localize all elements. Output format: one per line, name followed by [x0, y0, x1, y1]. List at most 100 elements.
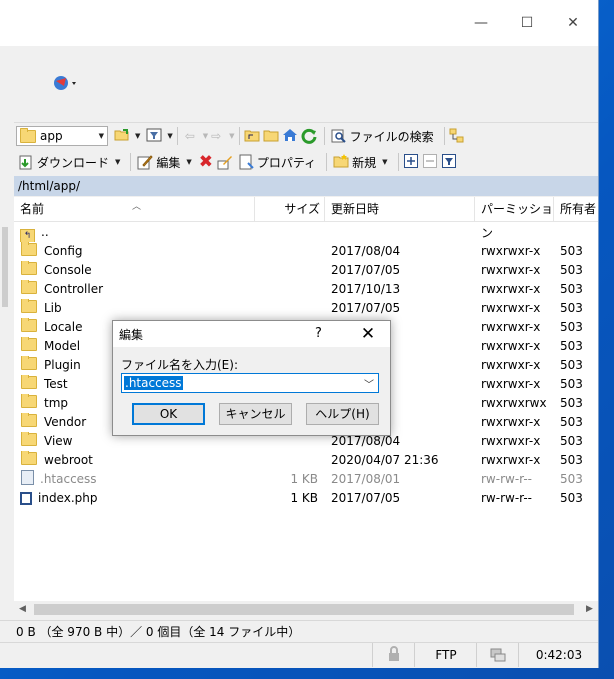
file-modified: 2017/08/04	[331, 244, 401, 258]
file-name: Plugin	[44, 358, 81, 372]
table-row[interactable]: Console 2017/07/05 rwxrwxr-x 503	[14, 261, 598, 280]
horizontal-scrollbar[interactable]: ◀ ▶	[14, 601, 598, 618]
back-icon[interactable]: ⇦	[182, 128, 198, 144]
sort-ascending-icon: ︿	[132, 202, 142, 212]
toolbar-separator	[443, 127, 445, 145]
new-label: 新規	[352, 155, 377, 170]
open-folder-icon[interactable]	[114, 128, 130, 144]
table-row[interactable]: index.php 1 KB 2017/07/05 rw-rw-r-- 503	[14, 489, 598, 508]
file-name: Config	[44, 244, 83, 258]
chevron-down-icon: ▼	[98, 132, 104, 140]
tree-view-icon[interactable]	[449, 128, 465, 144]
path-bar[interactable]: /html/app/	[14, 176, 598, 196]
file-name: View	[44, 434, 73, 448]
file-name: Controller	[44, 282, 104, 296]
table-row[interactable]: ↰..	[14, 223, 598, 242]
file-permissions: rwxrwxr-x	[481, 434, 541, 448]
table-row[interactable]: Lib 2017/07/05 rwxrwxr-x 503	[14, 299, 598, 318]
table-row[interactable]: webroot 2020/04/07 21:36 rwxrwxr-x 503	[14, 451, 598, 470]
folder-icon	[21, 356, 37, 370]
help-icon[interactable]: ?	[315, 326, 322, 341]
chevron-down-icon[interactable]: ﹀	[364, 376, 374, 391]
file-owner: 503	[560, 491, 583, 505]
dialog-title-bar: 編集 ? ✕	[113, 321, 390, 347]
home-icon[interactable]	[282, 128, 298, 144]
folder-icon	[21, 432, 37, 446]
scroll-left-icon[interactable]: ◀	[14, 601, 31, 618]
left-panel-scroll[interactable]	[2, 227, 8, 307]
download-icon	[18, 154, 34, 170]
chevron-down-icon: ▼	[186, 158, 192, 166]
find-files-label: ファイルの検索	[349, 129, 434, 144]
toolbar-separator	[130, 153, 132, 171]
file-owner: 503	[560, 453, 583, 467]
table-row[interactable]: .htaccess 1 KB 2017/08/01 rw-rw-r-- 503	[14, 470, 598, 489]
dialog-title: 編集	[119, 328, 144, 342]
table-row[interactable]: Controller 2017/10/13 rwxrwxr-x 503	[14, 280, 598, 299]
file-permissions: rw-rw-r--	[481, 472, 532, 486]
new-folder-icon	[333, 154, 349, 170]
ok-button[interactable]: OK	[132, 403, 205, 425]
file-modified: 2017/07/05	[331, 301, 401, 315]
file-modified: 2017/07/05	[331, 263, 401, 277]
chevron-down-icon[interactable]: ▼	[135, 132, 140, 140]
protocol-indicator: FTP	[414, 643, 477, 667]
column-owner[interactable]: 所有者	[554, 197, 598, 221]
file-owner: 503	[560, 282, 583, 296]
file-icon	[21, 470, 34, 485]
close-button[interactable]: ✕	[550, 8, 596, 38]
refresh-icon[interactable]	[301, 128, 317, 144]
selection-status: 0 B （全 970 B 中）／ 0 個目（全 14 ファイル中）	[0, 620, 598, 642]
filename-value: .htaccess	[124, 376, 183, 390]
file-owner: 503	[560, 301, 583, 315]
title-bar: — ☐ ✕	[0, 0, 598, 46]
root-folder-icon[interactable]	[263, 128, 279, 144]
file-name: Vendor	[44, 415, 87, 429]
table-row[interactable]: Config 2017/08/04 rwxrwxr-x 503	[14, 242, 598, 261]
rename-icon[interactable]	[217, 154, 233, 170]
column-modified-label: 更新日時	[331, 202, 380, 216]
minus-select-icon[interactable]	[422, 154, 438, 170]
file-permissions: rwxrwxr-x	[481, 377, 541, 391]
edit-button[interactable]: 編集 ▼	[135, 151, 193, 173]
column-modified[interactable]: 更新日時	[325, 197, 475, 221]
forward-icon[interactable]: ⇨	[208, 128, 224, 144]
delete-icon[interactable]: ✖	[198, 154, 214, 171]
filename-input[interactable]: .htaccess ﹀	[121, 373, 379, 393]
parent-folder-icon[interactable]	[244, 128, 260, 144]
new-button[interactable]: 新規 ▼	[331, 151, 389, 173]
plus-select-icon[interactable]	[403, 154, 419, 170]
scroll-right-icon[interactable]: ▶	[581, 601, 598, 618]
chevron-down-icon[interactable]: ▼	[229, 132, 234, 140]
column-size[interactable]: サイズ	[255, 197, 325, 221]
file-owner: 503	[560, 415, 583, 429]
file-permissions: rwxrwxrwx	[481, 396, 547, 410]
filter-select-icon[interactable]	[441, 154, 457, 170]
download-button[interactable]: ダウンロード ▼	[16, 151, 122, 173]
cancel-button[interactable]: キャンセル	[219, 403, 292, 425]
column-name[interactable]: 名前 ︿	[14, 197, 255, 221]
find-files-button[interactable]: ファイルの検索	[329, 125, 436, 147]
help-button[interactable]: ヘルプ(H)	[306, 403, 379, 425]
properties-button[interactable]: プロパティ	[236, 151, 318, 173]
file-name: Console	[44, 263, 92, 277]
dialog-close-button[interactable]: ✕	[353, 322, 383, 346]
file-permissions: rwxrwxr-x	[481, 263, 541, 277]
file-permissions: rw-rw-r--	[481, 491, 532, 505]
minimize-button[interactable]: —	[458, 8, 504, 38]
file-modified: 2020/04/07 21:36	[331, 453, 439, 467]
file-permissions: rwxrwxr-x	[481, 339, 541, 353]
folder-icon	[21, 451, 37, 465]
remote-folder-combo[interactable]: app ▼	[16, 126, 108, 146]
maximize-button[interactable]: ☐	[504, 8, 550, 38]
properties-label: プロパティ	[256, 155, 317, 170]
file-modified: 2017/07/05	[331, 491, 401, 505]
scrollbar-thumb[interactable]	[34, 604, 574, 615]
column-permissions[interactable]: パーミッション	[475, 197, 554, 240]
chevron-down-icon[interactable]: ▼	[167, 132, 172, 140]
filter-icon[interactable]	[146, 128, 162, 144]
folder-icon	[20, 127, 36, 143]
sync-icon[interactable]	[52, 74, 78, 95]
toolbar-separator	[326, 153, 328, 171]
file-owner: 503	[560, 320, 583, 334]
